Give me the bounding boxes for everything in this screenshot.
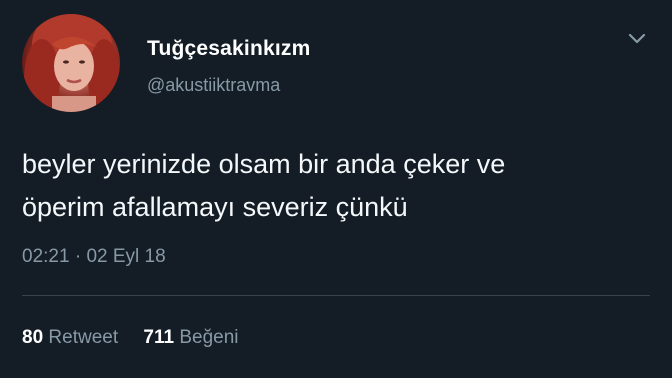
engagement-stats: 80 Retweet 711 Beğeni xyxy=(22,327,239,349)
tweet-text: beyler yerinizde olsam bir anda çeker ve… xyxy=(22,149,506,222)
avatar-image xyxy=(24,14,120,112)
retweet-label: Retweet xyxy=(48,327,119,348)
like-stat[interactable]: 711 Beğeni xyxy=(143,327,238,349)
like-label: Beğeni xyxy=(179,327,239,348)
display-name[interactable]: Tuğçesakinkızm xyxy=(147,37,310,61)
retweet-stat[interactable]: 80 Retweet xyxy=(22,327,118,349)
divider xyxy=(22,295,650,296)
tweet-timestamp[interactable]: 02:21 · 02 Eyl 18 xyxy=(22,246,166,268)
chevron-down-icon[interactable] xyxy=(627,32,647,46)
tweet-card: Tuğçesakinkızm @akustiiktravma beyler ye… xyxy=(0,0,672,378)
meta-separator: · xyxy=(74,246,82,267)
avatar[interactable] xyxy=(22,14,120,112)
like-count: 711 xyxy=(143,327,175,348)
user-handle[interactable]: @akustiiktravma xyxy=(147,75,280,96)
retweet-count: 80 xyxy=(22,327,44,348)
tweet-date: 02 Eyl 18 xyxy=(86,246,166,267)
tweet-time: 02:21 xyxy=(22,246,70,267)
